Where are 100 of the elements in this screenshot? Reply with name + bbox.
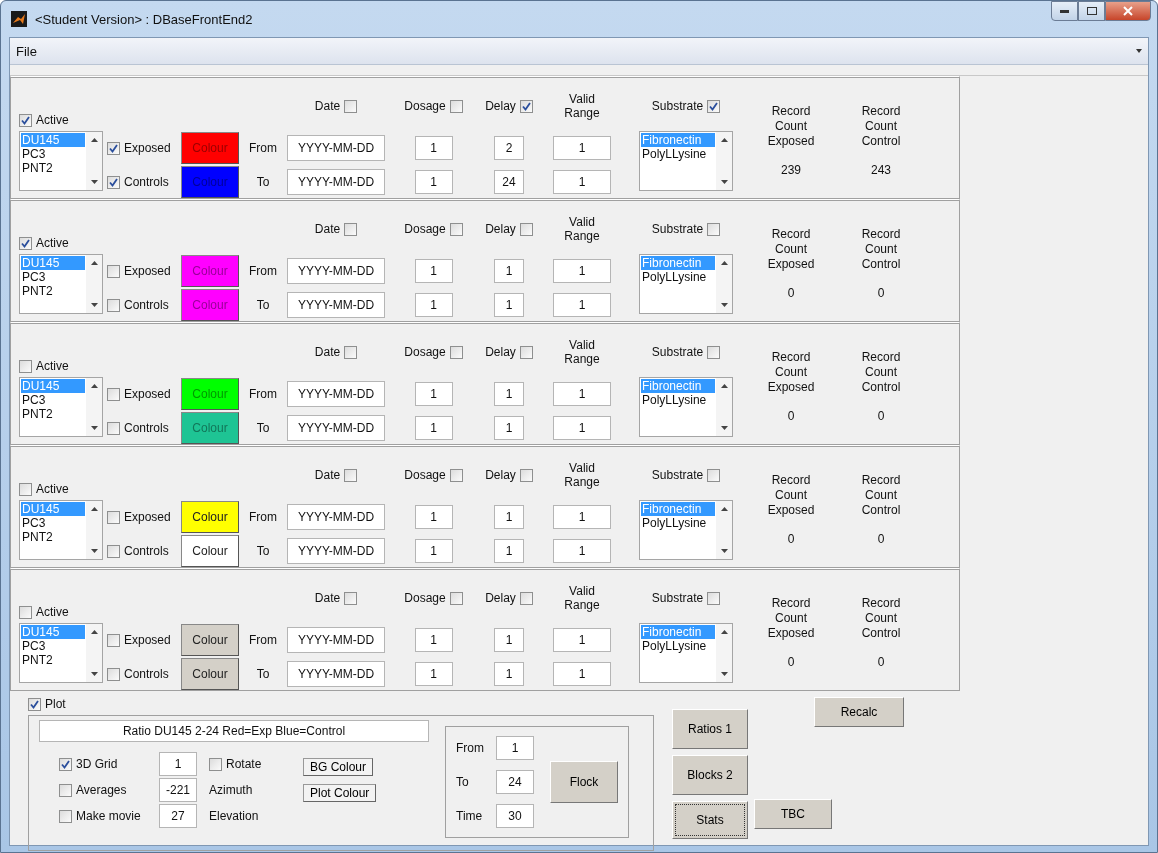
valid-range-field[interactable]: 1 bbox=[553, 293, 611, 317]
checkbox[interactable] bbox=[519, 99, 533, 113]
dosage-field[interactable]: 1 bbox=[414, 293, 453, 317]
dosage-field[interactable]: 1 bbox=[414, 505, 453, 529]
checkbox[interactable] bbox=[344, 468, 358, 482]
view-field[interactable]: -221 bbox=[159, 778, 197, 802]
valid-range-field[interactable]: 1 bbox=[553, 539, 611, 563]
list-item[interactable]: PNT2 bbox=[21, 407, 85, 421]
scroll-up-icon[interactable] bbox=[720, 261, 728, 265]
scroll-up-icon[interactable] bbox=[720, 384, 728, 388]
exposed-checkbox[interactable]: Exposed bbox=[107, 633, 171, 647]
dosage-field[interactable]: 1 bbox=[414, 416, 453, 440]
view-field[interactable]: 27 bbox=[159, 804, 197, 828]
checkbox[interactable] bbox=[344, 591, 358, 605]
checkbox[interactable] bbox=[28, 697, 41, 711]
checkbox[interactable] bbox=[707, 468, 721, 482]
substrate-list[interactable]: Fibronectin PolyLLysine bbox=[639, 254, 733, 314]
checkbox[interactable] bbox=[519, 468, 533, 482]
scroll-down-icon[interactable] bbox=[720, 303, 728, 307]
list-item[interactable]: PNT2 bbox=[21, 530, 85, 544]
date-field[interactable]: YYYY-MM-DD bbox=[287, 169, 385, 195]
checkbox[interactable] bbox=[19, 236, 32, 250]
recalc-button[interactable]: Recalc bbox=[814, 697, 904, 727]
date-field[interactable]: YYYY-MM-DD bbox=[287, 258, 385, 284]
active-checkbox[interactable]: Active bbox=[19, 236, 69, 250]
valid-range-field[interactable]: 1 bbox=[553, 662, 611, 686]
checkbox[interactable] bbox=[209, 757, 222, 771]
scroll-down-icon[interactable] bbox=[720, 426, 728, 430]
action-button[interactable]: Ratios 1 bbox=[672, 709, 748, 749]
dosage-field[interactable]: 1 bbox=[414, 662, 453, 686]
flock-field[interactable]: 24 bbox=[496, 770, 534, 794]
checkbox[interactable] bbox=[344, 99, 358, 113]
date-field[interactable]: YYYY-MM-DD bbox=[287, 661, 385, 687]
list-item[interactable]: PC3 bbox=[21, 516, 85, 530]
controls-checkbox[interactable]: Controls bbox=[107, 421, 169, 435]
cell-line-list[interactable]: DU145 PC3 PNT2 bbox=[19, 131, 103, 191]
checkbox[interactable] bbox=[19, 113, 32, 127]
close-button[interactable] bbox=[1105, 1, 1151, 21]
active-checkbox[interactable]: Active bbox=[19, 605, 69, 619]
plot-option-checkbox[interactable]: Make movie bbox=[59, 809, 159, 823]
checkbox[interactable] bbox=[519, 591, 533, 605]
delay-field[interactable]: 1 bbox=[494, 416, 524, 440]
delay-field[interactable]: 1 bbox=[494, 539, 524, 563]
colour-button[interactable]: Colour bbox=[181, 624, 239, 656]
dosage-field[interactable]: 1 bbox=[414, 382, 453, 406]
list-item[interactable]: PolyLLysine bbox=[641, 639, 715, 653]
delay-field[interactable]: 1 bbox=[494, 628, 524, 652]
checkbox[interactable] bbox=[107, 298, 120, 312]
scroll-down-icon[interactable] bbox=[90, 303, 98, 307]
list-item[interactable]: PC3 bbox=[21, 147, 85, 161]
list-item[interactable]: PNT2 bbox=[21, 653, 85, 667]
checkbox[interactable] bbox=[707, 99, 721, 113]
plot-title-field[interactable]: Ratio DU145 2-24 Red=Exp Blue=Control bbox=[39, 720, 429, 742]
checkbox[interactable] bbox=[59, 783, 72, 797]
delay-field[interactable]: 1 bbox=[494, 662, 524, 686]
checkbox[interactable] bbox=[107, 633, 120, 647]
scroll-up-icon[interactable] bbox=[90, 507, 98, 511]
checkbox[interactable] bbox=[344, 222, 358, 236]
scroll-up-icon[interactable] bbox=[720, 507, 728, 511]
checkbox[interactable] bbox=[707, 345, 721, 359]
list-item[interactable]: PC3 bbox=[21, 270, 85, 284]
valid-range-field[interactable]: 1 bbox=[553, 505, 611, 529]
dropdown-arrow-icon[interactable] bbox=[1136, 49, 1142, 53]
delay-field[interactable]: 1 bbox=[494, 382, 524, 406]
scrollbar[interactable] bbox=[86, 132, 102, 190]
date-field[interactable]: YYYY-MM-DD bbox=[287, 135, 385, 161]
dosage-field[interactable]: 1 bbox=[414, 259, 453, 283]
checkbox[interactable] bbox=[59, 809, 72, 823]
valid-range-field[interactable]: 1 bbox=[553, 628, 611, 652]
dosage-field[interactable]: 1 bbox=[414, 628, 453, 652]
checkbox[interactable] bbox=[449, 222, 463, 236]
substrate-list[interactable]: Fibronectin PolyLLysine bbox=[639, 623, 733, 683]
checkbox[interactable] bbox=[19, 482, 32, 496]
controls-checkbox[interactable]: Controls bbox=[107, 298, 169, 312]
controls-checkbox[interactable]: Controls bbox=[107, 175, 169, 189]
list-item[interactable]: PolyLLysine bbox=[641, 270, 715, 284]
scrollbar[interactable] bbox=[86, 501, 102, 559]
scroll-down-icon[interactable] bbox=[720, 549, 728, 553]
checkbox[interactable] bbox=[107, 141, 120, 155]
date-field[interactable]: YYYY-MM-DD bbox=[287, 538, 385, 564]
plot-option-checkbox[interactable]: Averages bbox=[59, 783, 159, 797]
plot-option-checkbox[interactable]: 3D Grid bbox=[59, 757, 159, 771]
exposed-checkbox[interactable]: Exposed bbox=[107, 387, 171, 401]
checkbox[interactable] bbox=[107, 510, 120, 524]
scroll-up-icon[interactable] bbox=[90, 384, 98, 388]
date-field[interactable]: YYYY-MM-DD bbox=[287, 381, 385, 407]
plot-checkbox[interactable]: Plot bbox=[28, 697, 654, 711]
cell-line-list[interactable]: DU145 PC3 PNT2 bbox=[19, 500, 103, 560]
checkbox[interactable] bbox=[107, 667, 120, 681]
checkbox[interactable] bbox=[107, 264, 120, 278]
view-field[interactable]: 1 bbox=[159, 752, 197, 776]
exposed-checkbox[interactable]: Exposed bbox=[107, 510, 171, 524]
scrollbar[interactable] bbox=[716, 378, 732, 436]
checkbox[interactable] bbox=[449, 591, 463, 605]
checkbox[interactable] bbox=[344, 345, 358, 359]
scrollbar[interactable] bbox=[86, 624, 102, 682]
tbc-button[interactable]: TBC bbox=[754, 799, 832, 829]
rotate-checkbox[interactable]: Rotate bbox=[209, 757, 303, 771]
cell-line-list[interactable]: DU145 PC3 PNT2 bbox=[19, 377, 103, 437]
action-button[interactable]: Blocks 2 bbox=[672, 755, 748, 795]
